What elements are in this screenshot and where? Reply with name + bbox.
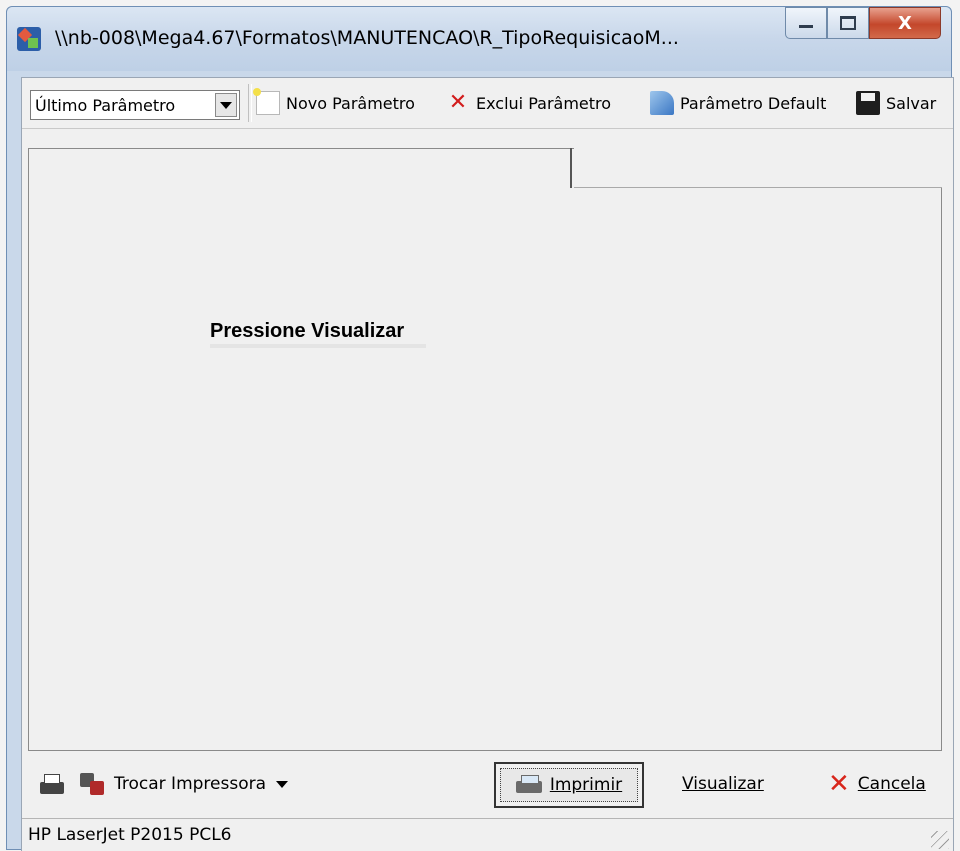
swap-printer-icon	[80, 771, 106, 797]
tab-divider	[570, 148, 572, 188]
parameter-select[interactable]: Último Parâmetro	[30, 90, 240, 120]
switch-printer-button[interactable]: Trocar Impressora	[80, 766, 289, 802]
new-parameter-button[interactable]: Novo Parâmetro	[253, 86, 415, 120]
save-label: Salvar	[886, 93, 937, 113]
dropdown-arrow-icon	[276, 780, 289, 788]
report-panel	[28, 148, 942, 751]
maximize-button[interactable]	[827, 7, 869, 39]
preview-prompt: Pressione Visualizar	[210, 320, 405, 342]
tab-strip	[574, 148, 942, 188]
chevron-down-icon	[220, 101, 232, 109]
parameter-select-value: Último Parâmetro	[35, 96, 176, 115]
minimize-button[interactable]	[785, 7, 827, 39]
title-bar[interactable]: \\nb-008\Mega4.67\Formatos\MANUTENCAO\R_…	[7, 7, 951, 71]
printer-name-status: HP LaserJet P2015 PCL6	[28, 825, 232, 845]
report-window: \\nb-008\Mega4.67\Formatos\MANUTENCAO\R_…	[6, 6, 954, 851]
print-icon	[515, 775, 542, 795]
save-button[interactable]: Salvar	[856, 86, 936, 120]
floppy-disk-icon	[856, 91, 880, 115]
default-parameter-icon	[650, 91, 674, 115]
close-icon: X	[898, 12, 912, 34]
resize-grip-icon[interactable]	[931, 831, 949, 849]
new-parameter-label: Novo Parâmetro	[286, 93, 415, 113]
printer-settings-button[interactable]	[38, 766, 76, 802]
cancel-x-icon: ✕	[828, 769, 850, 799]
window-controls: X	[785, 7, 941, 47]
switch-printer-label: Trocar Impressora	[114, 774, 267, 794]
print-button[interactable]: Imprimir	[494, 762, 644, 808]
delete-parameter-label: Exclui Parâmetro	[476, 93, 612, 113]
window-title: \\nb-008\Mega4.67\Formatos\MANUTENCAO\R_…	[55, 27, 679, 49]
toolbar-separator	[248, 84, 252, 122]
preview-label: Visualizar	[682, 774, 764, 794]
preview-button[interactable]: Visualizar	[682, 766, 764, 802]
app-icon[interactable]	[17, 27, 41, 51]
default-parameter-label: Parâmetro Default	[680, 93, 827, 113]
toolbar: Último Parâmetro Novo Parâmetro ✕ Exclui…	[22, 78, 953, 129]
close-button[interactable]: X	[869, 7, 941, 39]
parameter-select-dropdown-button[interactable]	[215, 93, 237, 117]
new-document-icon	[253, 88, 280, 115]
printer-icon	[38, 772, 66, 796]
delete-x-icon: ✕	[448, 90, 468, 115]
action-bar: Trocar Impressora Imprimir Visualizar ✕ …	[22, 758, 953, 808]
cancel-button[interactable]: ✕ Cancela	[828, 766, 926, 802]
maximize-icon	[840, 16, 856, 30]
default-parameter-button[interactable]: Parâmetro Default	[650, 86, 826, 120]
print-button-focus-rect: Imprimir	[500, 768, 638, 802]
status-bar: HP LaserJet P2015 PCL6	[22, 818, 953, 851]
delete-parameter-button[interactable]: ✕ Exclui Parâmetro	[446, 86, 611, 120]
cancel-label: Cancela	[857, 774, 926, 794]
prompt-underline	[210, 344, 426, 348]
print-label: Imprimir	[549, 775, 623, 795]
minimize-icon	[799, 24, 813, 28]
client-area: Último Parâmetro Novo Parâmetro ✕ Exclui…	[21, 77, 954, 851]
